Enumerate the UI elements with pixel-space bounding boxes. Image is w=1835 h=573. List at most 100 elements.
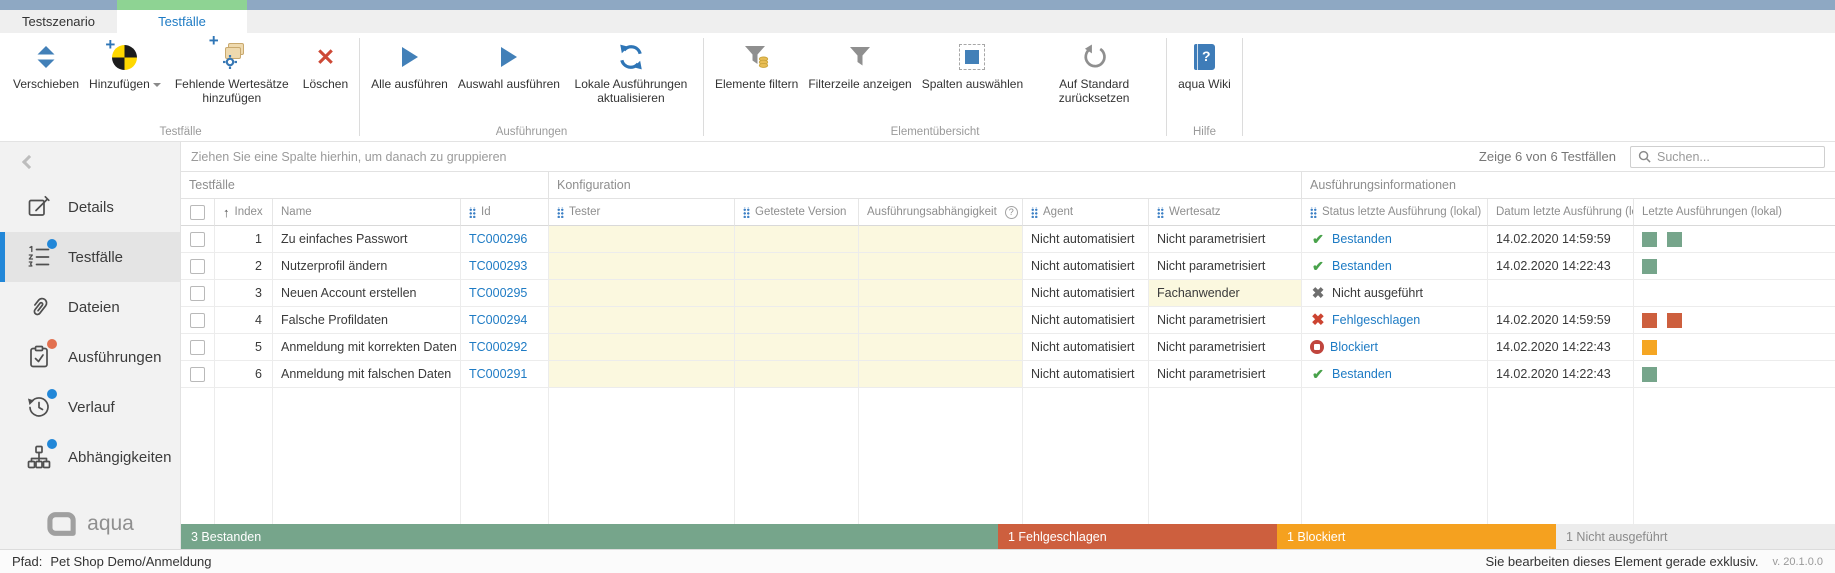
delete-button[interactable]: Löschen	[298, 38, 353, 93]
select-columns-button[interactable]: Spalten auswählen	[917, 38, 1028, 93]
column-header-wertesatz[interactable]: Wertesatz	[1149, 199, 1302, 226]
band-ausfuehrungsinformationen[interactable]: Ausführungsinformationen	[1302, 172, 1835, 199]
cell-wertesatz[interactable]: Nicht parametrisiert	[1149, 361, 1302, 388]
column-header-name[interactable]: Name	[273, 199, 461, 226]
cell-tester[interactable]	[549, 361, 735, 388]
cell-tester[interactable]	[549, 307, 735, 334]
column-header-letzte-ausfuehrungen[interactable]: Letzte Ausführungen (lokal)	[1634, 199, 1835, 226]
wiki-book-icon	[1194, 40, 1215, 74]
sidebar-item-dateien[interactable]: Dateien	[0, 282, 180, 332]
cell-ausfuehrungsabhaengigkeit[interactable]	[859, 253, 1023, 280]
cell-wertesatz[interactable]: Nicht parametrisiert	[1149, 226, 1302, 253]
show-filter-row-button[interactable]: Filterzeile anzeigen	[803, 38, 916, 93]
cell-history	[1634, 361, 1835, 388]
cell-id-link[interactable]: TC000296	[461, 226, 549, 253]
cell-datum	[1488, 280, 1634, 307]
run-all-label: Alle ausführen	[371, 77, 448, 91]
column-header-index[interactable]: Index	[215, 199, 273, 226]
move-button[interactable]: Verschieben	[8, 38, 84, 93]
add-missing-valuesets-button[interactable]: Fehlende Wertesätze hinzufügen	[166, 38, 298, 107]
cell-status[interactable]: Bestanden	[1302, 226, 1488, 253]
cell-agent[interactable]: Nicht automatisiert	[1023, 361, 1149, 388]
add-button[interactable]: Hinzufügen	[84, 38, 166, 93]
cell-agent[interactable]: Nicht automatisiert	[1023, 280, 1149, 307]
column-header-id[interactable]: Id	[461, 199, 549, 226]
cell-status[interactable]: Blockiert	[1302, 334, 1488, 361]
filter-elements-button[interactable]: Elemente filtern	[710, 38, 803, 93]
cell-id-link[interactable]: TC000294	[461, 307, 549, 334]
row-checkbox[interactable]	[190, 340, 205, 355]
cell-ausfuehrungsabhaengigkeit[interactable]	[859, 361, 1023, 388]
cell-ausfuehrungsabhaengigkeit[interactable]	[859, 280, 1023, 307]
cell-tester[interactable]	[549, 226, 735, 253]
cell-status[interactable]: Bestanden	[1302, 253, 1488, 280]
sidebar-item-abhaengigkeiten[interactable]: Abhängigkeiten	[0, 432, 180, 482]
column-label: Tester	[569, 206, 600, 218]
refresh-local-executions-button[interactable]: Lokale Ausführungen aktualisieren	[565, 38, 697, 107]
tab-testszenario[interactable]: Testszenario	[0, 10, 117, 33]
cell-ausfuehrungsabhaengigkeit[interactable]	[859, 307, 1023, 334]
row-checkbox[interactable]	[190, 232, 205, 247]
run-all-button[interactable]: Alle ausführen	[366, 38, 453, 93]
search-box[interactable]	[1630, 146, 1825, 168]
cell-agent[interactable]: Nicht automatisiert	[1023, 253, 1149, 280]
cell-status[interactable]: Bestanden	[1302, 361, 1488, 388]
sidebar-item-verlauf[interactable]: Verlauf	[0, 382, 180, 432]
paperclip-icon	[26, 294, 52, 320]
cell-agent[interactable]: Nicht automatisiert	[1023, 307, 1149, 334]
cell-getestete-version[interactable]	[735, 280, 859, 307]
cell-id-link[interactable]: TC000295	[461, 280, 549, 307]
cell-id-link[interactable]: TC000293	[461, 253, 549, 280]
column-header-tester[interactable]: Tester	[549, 199, 735, 226]
cell-agent[interactable]: Nicht automatisiert	[1023, 334, 1149, 361]
sidebar-item-details[interactable]: Details	[0, 182, 180, 232]
cell-getestete-version[interactable]	[735, 334, 859, 361]
cell-ausfuehrungsabhaengigkeit[interactable]	[859, 334, 1023, 361]
cell-tester[interactable]	[549, 334, 735, 361]
band-konfiguration[interactable]: Konfiguration	[549, 172, 1302, 199]
summary-passed-label: 3 Bestanden	[191, 530, 261, 544]
cell-wertesatz[interactable]: Nicht parametrisiert	[1149, 253, 1302, 280]
reset-default-button[interactable]: Auf Standard zurücksetzen	[1028, 38, 1160, 107]
column-header-ausfuehrungsabhaengigkeit[interactable]: Ausführungsabhängigkeit	[859, 199, 1023, 226]
cell-status[interactable]: Fehlgeschlagen	[1302, 307, 1488, 334]
cell-getestete-version[interactable]	[735, 361, 859, 388]
column-header-agent[interactable]: Agent	[1023, 199, 1149, 226]
cell-wertesatz[interactable]: Nicht parametrisiert	[1149, 307, 1302, 334]
sidebar-collapse-button[interactable]	[0, 142, 180, 182]
tab-testfaelle[interactable]: Testfälle	[117, 10, 247, 33]
row-checkbox[interactable]	[190, 259, 205, 274]
sidebar-item-testfaelle[interactable]: Testfälle	[0, 232, 180, 282]
wiki-button[interactable]: aqua Wiki	[1173, 38, 1236, 93]
cell-tester[interactable]	[549, 253, 735, 280]
run-selection-button[interactable]: Auswahl ausführen	[453, 38, 565, 93]
cell-wertesatz[interactable]: Nicht parametrisiert	[1149, 334, 1302, 361]
sidebar-item-ausfuehrungen[interactable]: Ausführungen	[0, 332, 180, 382]
row-checkbox[interactable]	[190, 286, 205, 301]
cell-agent[interactable]: Nicht automatisiert	[1023, 226, 1149, 253]
search-input[interactable]	[1657, 150, 1817, 164]
column-header-getestete-version[interactable]: Getestete Version	[735, 199, 859, 226]
cell-ausfuehrungsabhaengigkeit[interactable]	[859, 226, 1023, 253]
sort-ascending-icon	[223, 205, 230, 220]
cell-getestete-version[interactable]	[735, 226, 859, 253]
cell-getestete-version[interactable]	[735, 253, 859, 280]
status-passed-icon	[1310, 258, 1326, 275]
cell-wertesatz[interactable]: Fachanwender	[1149, 280, 1302, 307]
cell-status: Nicht ausgeführt	[1302, 280, 1488, 307]
row-checkbox[interactable]	[190, 313, 205, 328]
status-link: Bestanden	[1332, 367, 1392, 381]
cell-id-link[interactable]: TC000291	[461, 361, 549, 388]
group-by-dropzone[interactable]: Ziehen Sie eine Spalte hierhin, um danac…	[191, 150, 1465, 164]
column-header-datum[interactable]: Datum letzte Ausführung (lokal)	[1488, 199, 1634, 226]
band-testfaelle[interactable]: Testfälle	[181, 172, 549, 199]
cell-tester[interactable]	[549, 280, 735, 307]
help-icon[interactable]	[1005, 206, 1018, 219]
cell-getestete-version[interactable]	[735, 307, 859, 334]
column-header-status[interactable]: Status letzte Ausführung (lokal)	[1302, 199, 1488, 226]
row-checkbox[interactable]	[190, 367, 205, 382]
active-tab-accent	[117, 0, 247, 10]
table-row-cell	[181, 334, 215, 361]
select-all-checkbox[interactable]	[190, 205, 205, 220]
cell-id-link[interactable]: TC000292	[461, 334, 549, 361]
